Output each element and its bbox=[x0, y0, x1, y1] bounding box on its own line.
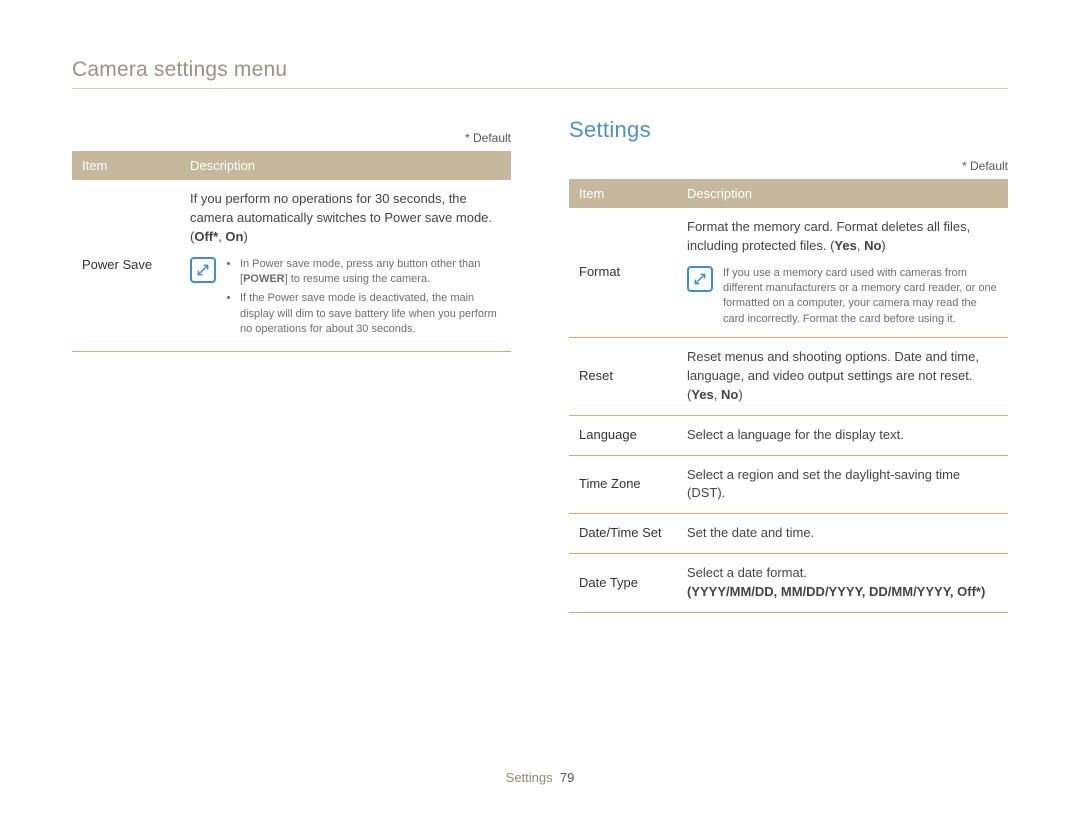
opt-sep: , bbox=[857, 238, 864, 253]
description-cell-power-save: If you perform no operations for 30 seco… bbox=[180, 180, 511, 352]
left-settings-table: Item Description Power Save If you perfo… bbox=[72, 151, 511, 352]
two-column-layout: * Default Item Description Power Save If… bbox=[72, 131, 1008, 613]
note-box: If you use a memory card used with camer… bbox=[687, 266, 998, 328]
right-settings-table: Item Description Format Format the memor… bbox=[569, 179, 1008, 613]
opt-yes: Yes bbox=[834, 238, 856, 253]
options-group: (Off*, On) bbox=[190, 229, 248, 244]
description-cell-reset: Reset menus and shooting options. Date a… bbox=[677, 338, 1008, 416]
table-row: Power Save If you perform no operations … bbox=[72, 180, 511, 352]
note-text: In Power save mode, press any button oth… bbox=[226, 257, 501, 342]
note-bullet: If the Power save mode is deactivated, t… bbox=[240, 291, 501, 337]
desc-post: ) bbox=[738, 387, 742, 402]
desc-intro: If you perform no operations for 30 seco… bbox=[190, 191, 492, 225]
table-row: Format Format the memory card. Format de… bbox=[569, 208, 1008, 338]
description-cell-language: Select a language for the display text. bbox=[677, 415, 1008, 455]
opt-yes: Yes bbox=[691, 387, 713, 402]
opt-sep: , bbox=[714, 387, 721, 402]
footer-page-number: 79 bbox=[560, 770, 574, 785]
col-header-description: Description bbox=[180, 151, 511, 180]
opt-no: No bbox=[721, 387, 738, 402]
note-box: In Power save mode, press any button oth… bbox=[190, 257, 501, 342]
desc-pre: Select a date format. bbox=[687, 565, 807, 580]
item-cell-time-zone: Time Zone bbox=[569, 455, 677, 514]
col-header-item: Item bbox=[569, 179, 677, 208]
description-cell-format: Format the memory card. Format deletes a… bbox=[677, 208, 1008, 338]
page-title: Camera settings menu bbox=[72, 58, 1008, 89]
item-cell-datetime-set: Date/Time Set bbox=[569, 514, 677, 554]
table-row: Time Zone Select a region and set the da… bbox=[569, 455, 1008, 514]
note-text: If you use a memory card used with camer… bbox=[723, 266, 998, 328]
item-cell-language: Language bbox=[569, 415, 677, 455]
description-cell-datetime-set: Set the date and time. bbox=[677, 514, 1008, 554]
left-column: * Default Item Description Power Save If… bbox=[72, 131, 511, 613]
table-row: Reset Reset menus and shooting options. … bbox=[569, 338, 1008, 416]
footer-section: Settings bbox=[506, 770, 553, 785]
document-page: Camera settings menu * Default Item Desc… bbox=[0, 0, 1080, 815]
item-cell-date-type: Date Type bbox=[569, 554, 677, 613]
table-row: Date Type Select a date format. (YYYY/MM… bbox=[569, 554, 1008, 613]
kbd-power: POWER bbox=[243, 273, 285, 285]
opt-on: On bbox=[225, 229, 243, 244]
default-marker: * Default bbox=[569, 159, 1008, 173]
note-post: ] to resume using the camera. bbox=[285, 273, 431, 285]
item-cell-power-save: Power Save bbox=[72, 180, 180, 352]
section-heading-settings: Settings bbox=[569, 117, 1008, 143]
page-footer: Settings 79 bbox=[0, 770, 1080, 785]
description-cell-date-type: Select a date format. (YYYY/MM/DD, MM/DD… bbox=[677, 554, 1008, 613]
default-marker: * Default bbox=[72, 131, 511, 145]
opt-off: Off* bbox=[194, 229, 218, 244]
note-icon bbox=[190, 257, 216, 283]
col-header-item: Item bbox=[72, 151, 180, 180]
col-header-description: Description bbox=[677, 179, 1008, 208]
item-cell-format: Format bbox=[569, 208, 677, 338]
desc-pre: Format the memory card. Format deletes a… bbox=[687, 219, 970, 253]
description-cell-time-zone: Select a region and set the daylight-sav… bbox=[677, 455, 1008, 514]
date-type-options: (YYYY/MM/DD, MM/DD/YYYY, DD/MM/YYYY, Off… bbox=[687, 584, 985, 599]
table-row: Language Select a language for the displ… bbox=[569, 415, 1008, 455]
opt-no: No bbox=[864, 238, 881, 253]
note-bullet: In Power save mode, press any button oth… bbox=[240, 257, 501, 288]
table-row: Date/Time Set Set the date and time. bbox=[569, 514, 1008, 554]
item-cell-reset: Reset bbox=[569, 338, 677, 416]
note-icon bbox=[687, 266, 713, 292]
opt-close: ) bbox=[243, 229, 247, 244]
desc-post: ) bbox=[881, 238, 885, 253]
right-column: Settings * Default Item Description Form… bbox=[569, 131, 1008, 613]
